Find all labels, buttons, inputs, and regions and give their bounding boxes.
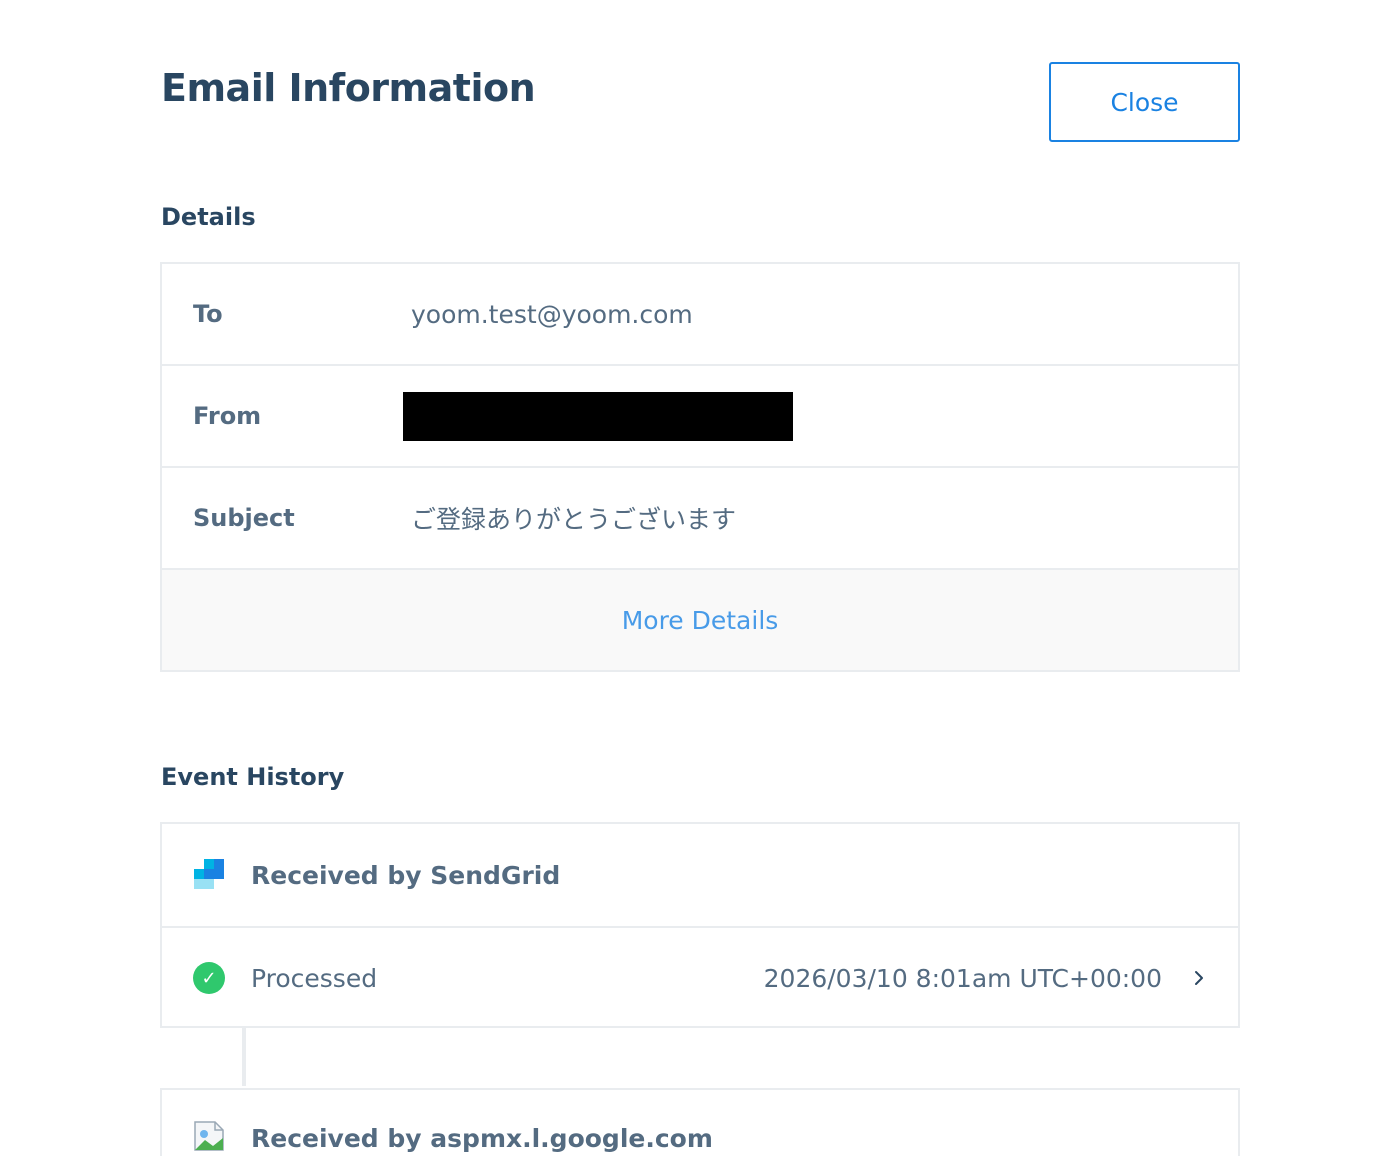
event-history-section-title: Event History [161, 763, 345, 791]
redaction-block [403, 392, 793, 441]
timeline-connector [242, 1027, 246, 1086]
event-group-header: Received by SendGrid [162, 824, 1238, 926]
details-panel: To yoom.test@yoom.com From Subject ご登録あり… [160, 262, 1240, 672]
more-details-link[interactable]: More Details [622, 606, 779, 635]
detail-label-subject: Subject [193, 504, 295, 532]
page-title: Email Information [161, 66, 536, 110]
event-timestamp: 2026/03/10 8:01am UTC+00:00 [763, 963, 1162, 993]
more-details-row: More Details [162, 570, 1238, 670]
check-circle-icon: ✓ [193, 962, 225, 994]
event-group-google: Received by aspmx.l.google.com [160, 1088, 1240, 1156]
event-item-processed[interactable]: ✓ Processed 2026/03/10 8:01am UTC+00:00 [162, 926, 1238, 1028]
event-group-heading: Received by SendGrid [251, 860, 561, 890]
details-section-title: Details [161, 203, 256, 231]
event-group-sendgrid: Received by SendGrid ✓ Processed 2026/03… [160, 822, 1240, 1028]
event-group-heading: Received by aspmx.l.google.com [251, 1124, 713, 1153]
detail-row-to: To yoom.test@yoom.com [162, 264, 1238, 366]
event-group-header: Received by aspmx.l.google.com [162, 1090, 1238, 1156]
broken-image-icon [194, 1121, 224, 1151]
detail-row-subject: Subject ご登録ありがとうございます [162, 468, 1238, 570]
detail-label-from: From [193, 402, 262, 430]
detail-label-to: To [193, 300, 223, 328]
detail-value-to: yoom.test@yoom.com [411, 299, 693, 329]
email-information-page: Email Information Close Details To yoom.… [0, 0, 1380, 1156]
chevron-right-icon[interactable] [1190, 969, 1208, 987]
close-button[interactable]: Close [1049, 62, 1240, 142]
sendgrid-logo-icon [194, 859, 224, 889]
event-status: Processed [251, 963, 378, 993]
detail-value-subject: ご登録ありがとうございます [411, 505, 737, 534]
